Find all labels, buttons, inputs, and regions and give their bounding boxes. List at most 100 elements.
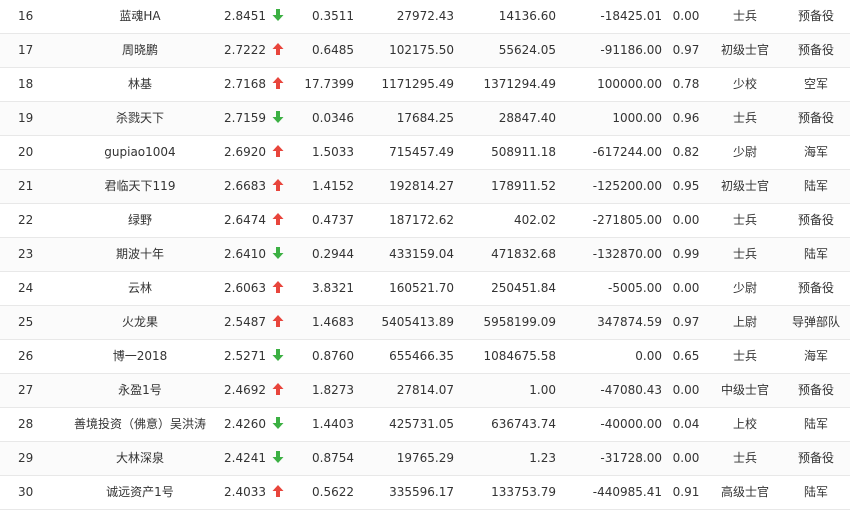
score-cell: 2.7168 [224,77,266,91]
trend-cell [270,34,286,67]
trend-cell [270,204,286,237]
position-ratio-cell: 0.97 [672,315,700,329]
table-row: 17 周晓鹏 2.7222 0.6485 102175.50 55624.05 -91186… [0,34,850,68]
market-value-cell: 178911.52 [491,179,556,193]
unit-cell: 空军 [803,77,828,91]
rank-title-cell: 高级士官 [720,485,769,499]
table-row: 21 君临天下119 2.6683 1.4152 192814.27 178911.52-… [0,170,850,204]
table-row: 16 蓝魂HA 2.8451 0.3511 27972.43 14136.60 -18425… [0,0,850,34]
total-assets-cell: 335596.17 [389,485,454,499]
total-assets-cell: 5405413.89 [381,315,454,329]
arrow-up-icon [272,77,284,89]
score-cell: 2.6063 [224,281,266,295]
table-row: 20 gupiao1004 2.6920 1.5033 715457.49 508911.… [0,136,850,170]
position-ratio-cell: 0.04 [672,417,700,431]
total-assets-cell: 655466.35 [389,349,454,363]
name-cell[interactable]: 林基 [40,68,240,101]
trend-cell [270,68,286,101]
profit-cell: -47080.43 [600,383,662,397]
total-assets-cell: 192814.27 [389,179,454,193]
rank-title-cell: 士兵 [732,247,757,261]
rank-title-cell: 士兵 [732,213,757,227]
table-row: 24 云林 2.6063 3.8321 160521.70 250451.84 -5005.… [0,272,850,306]
arrow-down-icon [272,349,284,361]
table-row: 28 善境投资（佛意）吴洪涛 2.4260 1.4403 425731.05 636743… [0,408,850,442]
trend-cell [270,170,286,203]
market-value-cell: 133753.79 [491,485,556,499]
rank-title-cell: 初级士官 [720,179,769,193]
ranking-table: 16 蓝魂HA 2.8451 0.3511 27972.43 14136.60 -18425… [0,0,850,510]
market-value-cell: 5958199.09 [483,315,556,329]
score-cell: 2.7222 [224,43,266,57]
name-cell[interactable]: 云林 [40,272,240,305]
return-rate-cell: 0.4737 [312,213,354,227]
rank-title-cell: 士兵 [732,9,757,23]
name-cell[interactable]: 杀戮天下 [40,102,240,135]
return-rate-cell: 0.3511 [312,9,354,23]
table-row: 19 杀戮天下 2.7159 0.0346 17684.25 28847.40 1000.0… [0,102,850,136]
name-cell[interactable]: 永盈1号 [40,374,240,407]
total-assets-cell: 102175.50 [389,43,454,57]
score-cell: 2.6474 [224,213,266,227]
table-row: 18 林基 2.7168 17.7399 1171295.49 1371294.49 100… [0,68,850,102]
trend-cell [270,0,286,33]
position-ratio-cell: 0.82 [672,145,700,159]
total-assets-cell: 19765.29 [396,451,454,465]
name-cell[interactable]: 博一2018 [40,340,240,373]
market-value-cell: 28847.40 [498,111,556,125]
arrow-up-icon [272,315,284,327]
name-cell[interactable]: 绿野 [40,204,240,237]
score-cell: 2.5487 [224,315,266,329]
arrow-down-icon [272,451,284,463]
name-cell[interactable]: 期波十年 [40,238,240,271]
name-cell[interactable]: 火龙果 [40,306,240,339]
table-row: 25 火龙果 2.5487 1.4683 5405413.89 5958199.09 347… [0,306,850,340]
arrow-up-icon [272,213,284,225]
score-cell: 2.4260 [224,417,266,431]
total-assets-cell: 1171295.49 [381,77,454,91]
profit-cell: -617244.00 [592,145,662,159]
profit-cell: -31728.00 [600,451,662,465]
rank-title-cell: 士兵 [732,111,757,125]
rank-title-cell: 上尉 [732,315,757,329]
trend-cell [270,272,286,305]
score-cell: 2.7159 [224,111,266,125]
unit-cell: 预备役 [797,111,834,125]
profit-cell: -91186.00 [600,43,662,57]
rank-title-cell: 中级士官 [720,383,769,397]
name-cell[interactable]: 君临天下119 [40,170,240,203]
total-assets-cell: 187172.62 [389,213,454,227]
return-rate-cell: 17.7399 [304,77,354,91]
unit-cell: 预备役 [797,43,834,57]
trend-cell [270,238,286,271]
total-assets-cell: 27814.07 [396,383,454,397]
name-cell[interactable]: 善境投资（佛意）吴洪涛 [40,408,240,441]
arrow-up-icon [272,145,284,157]
position-ratio-cell: 0.00 [672,281,700,295]
name-cell[interactable]: 蓝魂HA [40,0,240,33]
name-cell[interactable]: 周晓鹏 [40,34,240,67]
position-ratio-cell: 0.78 [672,77,700,91]
trend-cell [270,102,286,135]
rank-title-cell: 士兵 [732,451,757,465]
table-row: 30 诚远资产1号 2.4033 0.5622 335596.17 133753.79 -4… [0,476,850,510]
unit-cell: 陆军 [803,179,828,193]
name-cell[interactable]: 诚远资产1号 [40,476,240,509]
score-cell: 2.6683 [224,179,266,193]
position-ratio-cell: 0.97 [672,43,700,57]
profit-cell: -18425.01 [600,9,662,23]
return-rate-cell: 0.5622 [312,485,354,499]
unit-cell: 预备役 [797,383,834,397]
trend-cell [270,136,286,169]
name-cell[interactable]: gupiao1004 [40,136,240,169]
market-value-cell: 14136.60 [498,9,556,23]
rank-title-cell: 少尉 [732,145,757,159]
profit-cell: -40000.00 [600,417,662,431]
name-cell[interactable]: 大林深泉 [40,442,240,475]
table-row: 22 绿野 2.6474 0.4737 187172.62 402.02 -271805.0… [0,204,850,238]
rank-title-cell: 士兵 [732,349,757,363]
return-rate-cell: 1.8273 [312,383,354,397]
profit-cell: -5005.00 [608,281,662,295]
total-assets-cell: 433159.04 [389,247,454,261]
rank-title-cell: 少尉 [732,281,757,295]
